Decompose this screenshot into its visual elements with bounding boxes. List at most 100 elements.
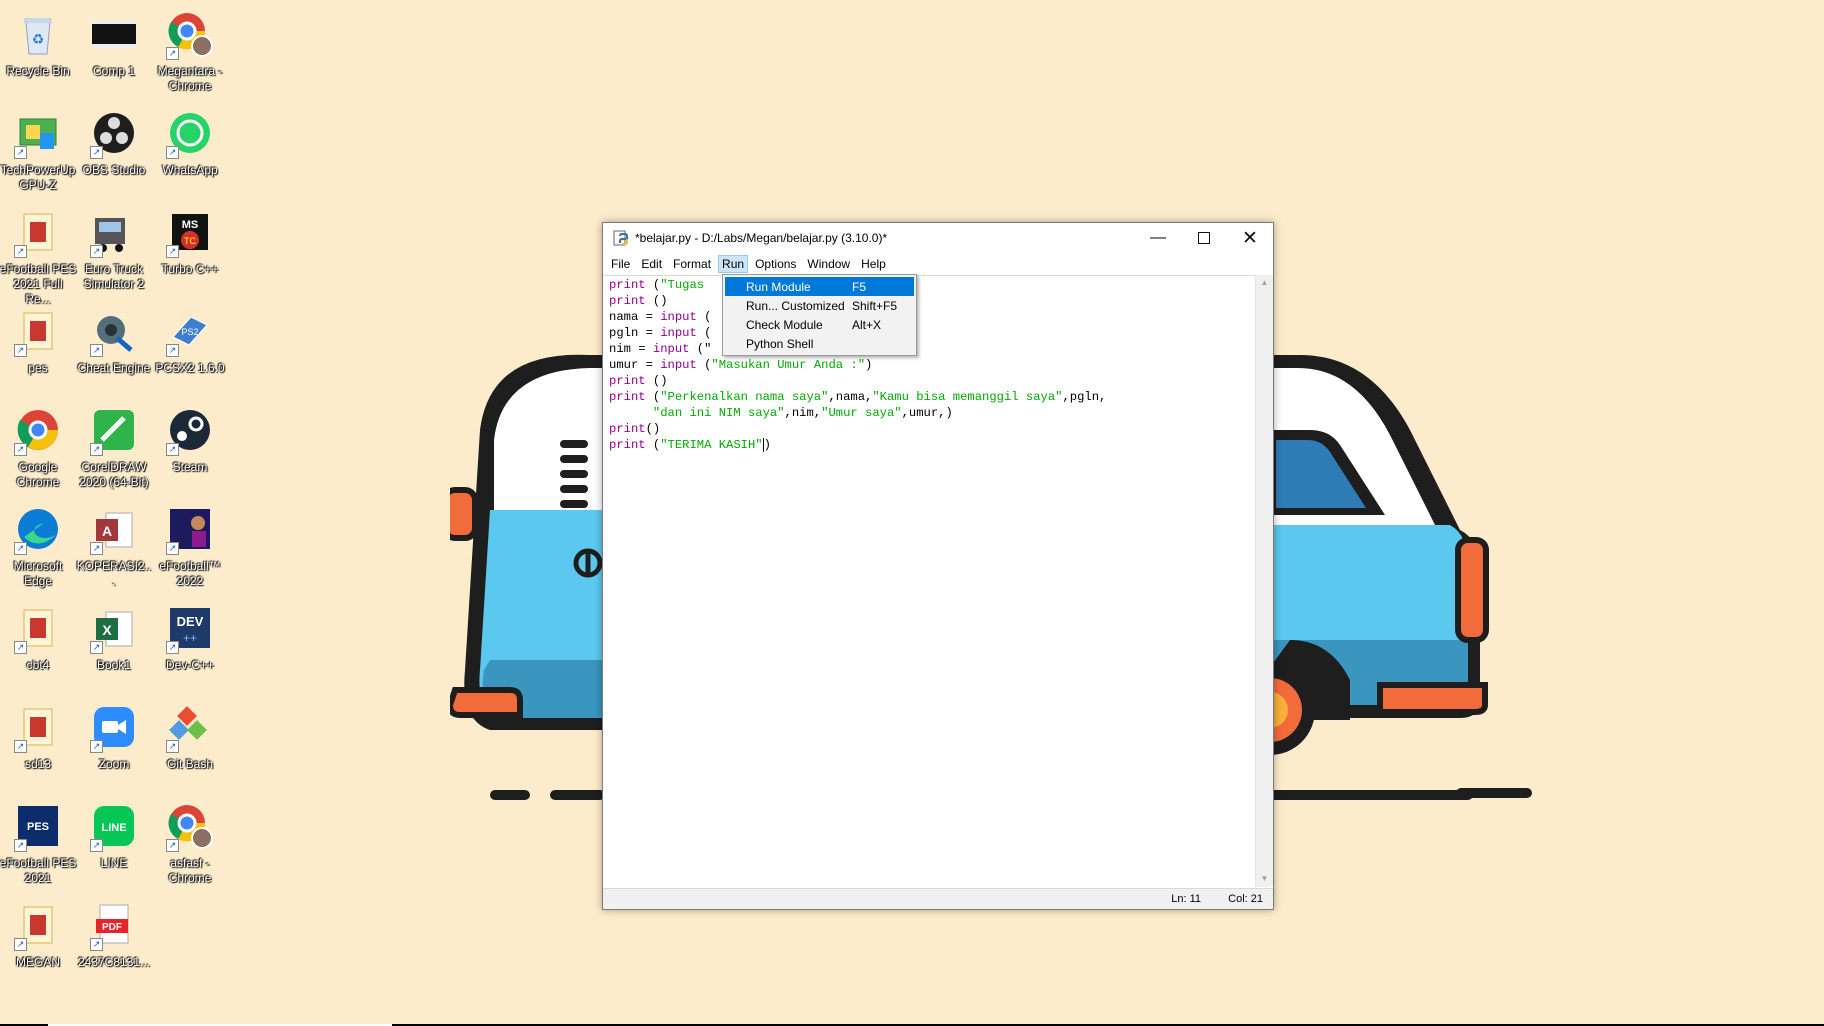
maximize-button[interactable] bbox=[1181, 223, 1227, 253]
desktop-icon-label: Zoom bbox=[98, 757, 130, 771]
run-menu-item-run-module[interactable]: Run Module F5 bbox=[725, 277, 914, 296]
code-line: pgln = input ( bbox=[609, 325, 711, 341]
menu-item-label: Python Shell bbox=[746, 337, 814, 351]
code-keyword: print bbox=[609, 422, 646, 436]
shortcut-arrow-icon: ↗ bbox=[90, 839, 103, 852]
desktop-icon-megantara-chrome[interactable]: ↗ Megantara - Chrome bbox=[151, 8, 229, 94]
desktop-icon-line[interactable]: LINE ↗ LINE bbox=[75, 800, 153, 871]
code-string: "dan ini NIM saya" bbox=[652, 406, 785, 420]
desktop-icon-euro-truck-simulator-2[interactable]: ↗ Euro Truck Simulator 2 bbox=[75, 206, 153, 292]
svg-text:♻: ♻ bbox=[32, 31, 45, 47]
shortcut-arrow-icon: ↗ bbox=[90, 542, 103, 555]
menu-options[interactable]: Options bbox=[751, 255, 800, 273]
desktop-icon-label: Comp 1 bbox=[92, 64, 136, 78]
svg-text:PES: PES bbox=[27, 821, 49, 833]
desktop-icon-obs-studio[interactable]: ↗ OBS Studio bbox=[75, 107, 153, 178]
shortcut-arrow-icon: ↗ bbox=[14, 443, 27, 456]
desktop-icon-turbo-c[interactable]: MS TC ↗ Turbo C++ bbox=[151, 206, 229, 277]
code-editor[interactable]: print ("Tugas print () nama = input (pgln… bbox=[603, 275, 1255, 888]
window-titlebar[interactable]: *belajar.py - D:/Labs/Megan/belajar.py (… bbox=[603, 223, 1273, 253]
desktop-icon-label: WhatsApp bbox=[162, 163, 218, 177]
code-line: "dan ini NIM saya",nim,"Umur saya",umur,… bbox=[609, 405, 953, 421]
code-text: ,pgln, bbox=[1062, 390, 1107, 404]
code-text: () bbox=[645, 294, 668, 308]
window-title: *belajar.py - D:/Labs/Megan/belajar.py (… bbox=[635, 231, 888, 245]
desktop-icon-label: PCSX2 1.6.0 bbox=[155, 361, 225, 375]
desktop-icon-whatsapp[interactable]: ↗ WhatsApp bbox=[151, 107, 229, 178]
desktop-icon-koperasi2[interactable]: A ↗ KOPERASI2... bbox=[75, 503, 153, 589]
run-menu-item-check-module[interactable]: Check Module Alt+X bbox=[725, 315, 914, 334]
code-text: ( bbox=[696, 358, 712, 372]
desktop-icon-comp-1[interactable]: Comp 1 bbox=[75, 8, 153, 79]
zoom-icon: ↗ bbox=[88, 701, 140, 753]
desktop-icon-label: 2437C8131... bbox=[77, 955, 151, 969]
vertical-scrollbar[interactable]: ▲ ▼ bbox=[1255, 275, 1273, 887]
run-menu-item-run-customized[interactable]: Run... Customized Shift+F5 bbox=[725, 296, 914, 315]
desktop-icon-coreldraw-2020-64-bit[interactable]: ↗ CorelDRAW 2020 (64-Bit) bbox=[75, 404, 153, 490]
code-line: print ("Perkenalkan nama saya",nama,"Kam… bbox=[609, 389, 1106, 405]
truck-icon: ↗ bbox=[88, 206, 140, 258]
desktop-icon-zoom[interactable]: ↗ Zoom bbox=[75, 701, 153, 772]
pes-icon: PES ↗ bbox=[12, 800, 64, 852]
desktop-icon-efootball-2022[interactable]: ↗ eFootball™ 2022 bbox=[151, 503, 229, 589]
folder-icon: ↗ bbox=[12, 701, 64, 753]
desktop-icon-efootball-pes-2021-full-re[interactable]: ↗ eFootball PES 2021 Full Re... bbox=[0, 206, 77, 307]
code-keyword: print bbox=[609, 374, 646, 388]
code-text: ( bbox=[696, 326, 712, 340]
code-text: ,nim, bbox=[784, 406, 822, 420]
desktop-icon-google-chrome[interactable]: ↗ Google Chrome bbox=[0, 404, 77, 490]
shortcut-arrow-icon: ↗ bbox=[90, 641, 103, 654]
desktop-icon-pcsx2-1-6-0[interactable]: PS2 ↗ PCSX2 1.6.0 bbox=[151, 305, 229, 376]
run-menu-item-python-shell[interactable]: Python Shell bbox=[725, 334, 914, 353]
code-line: umur = input ("Masukan Umur Anda :") bbox=[609, 357, 872, 373]
run-dropdown-menu: Run Module F5 Run... Customized Shift+F5 Che… bbox=[722, 274, 917, 356]
menu-format[interactable]: Format bbox=[669, 255, 715, 273]
desktop-icon-label: Megantara - Chrome bbox=[157, 64, 223, 93]
scroll-up-icon[interactable]: ▲ bbox=[1256, 275, 1273, 291]
turbo-cpp-icon: MS TC ↗ bbox=[164, 206, 216, 258]
desktop-icon-cbt4[interactable]: ↗ cbt4 bbox=[0, 602, 77, 673]
minimize-button[interactable]: — bbox=[1135, 223, 1181, 253]
menu-file[interactable]: File bbox=[607, 255, 634, 273]
desktop-icon-pes[interactable]: ↗ pes bbox=[0, 305, 77, 376]
recycle-bin-icon: ♻ bbox=[12, 8, 64, 60]
code-text: ( bbox=[645, 390, 661, 404]
desktop-icon-megan[interactable]: ↗ MEGAN bbox=[0, 899, 77, 970]
close-icon: ✕ bbox=[1242, 227, 1258, 249]
menu-item-label: Run Module bbox=[746, 280, 811, 294]
desktop-icon-efootball-pes-2021[interactable]: PES ↗ eFootball PES 2021 bbox=[0, 800, 77, 886]
shortcut-arrow-icon: ↗ bbox=[90, 443, 103, 456]
desktop-icon-label: Git Bash bbox=[166, 757, 214, 771]
menu-run[interactable]: Run bbox=[718, 255, 749, 273]
gpu-z-icon: ↗ bbox=[12, 107, 64, 159]
desktop-icon-cheat-engine[interactable]: ↗ Cheat Engine bbox=[75, 305, 153, 376]
code-text: ( bbox=[696, 310, 712, 324]
desktop-icon-steam[interactable]: ↗ Steam bbox=[151, 404, 229, 475]
desktop-icon-microsoft-edge[interactable]: ↗ Microsoft Edge bbox=[0, 503, 77, 589]
scroll-down-icon[interactable]: ▼ bbox=[1256, 871, 1273, 887]
desktop-icon-recycle-bin[interactable]: ♻ Recycle Bin bbox=[0, 8, 77, 79]
edge-icon: ↗ bbox=[12, 503, 64, 555]
svg-text:++: ++ bbox=[183, 631, 197, 645]
desktop-icon-asfasf-chrome[interactable]: ↗ asfasf - Chrome bbox=[151, 800, 229, 886]
desktop-icon-techpowerup-gpu-z[interactable]: ↗ TechPowerUp GPU-Z bbox=[0, 107, 77, 193]
desktop-icon-sd13[interactable]: ↗ sd13 bbox=[0, 701, 77, 772]
code-string: "TERIMA KASIH" bbox=[660, 438, 763, 452]
menu-edit[interactable]: Edit bbox=[637, 255, 666, 273]
git-bash-icon: ↗ bbox=[164, 701, 216, 753]
obs-icon: ↗ bbox=[88, 107, 140, 159]
desktop-icon-book1[interactable]: X ↗ Book1 bbox=[75, 602, 153, 673]
code-text: nim = bbox=[609, 342, 653, 356]
desktop-icon-label: KOPERASI2... bbox=[76, 559, 152, 588]
desktop-icon-label: Dev-C++ bbox=[165, 658, 215, 672]
svg-text:LINE: LINE bbox=[101, 822, 126, 834]
svg-text:A: A bbox=[102, 523, 112, 539]
desktop-icon-dev-c[interactable]: DEV ++ ↗ Dev-C++ bbox=[151, 602, 229, 673]
code-text: umur = bbox=[609, 358, 661, 372]
desktop-icon-2437c8131[interactable]: PDF ↗ 2437C8131... bbox=[75, 899, 153, 970]
menu-window[interactable]: Window bbox=[803, 255, 854, 273]
desktop-icon-git-bash[interactable]: ↗ Git Bash bbox=[151, 701, 229, 772]
menu-help[interactable]: Help bbox=[857, 255, 890, 273]
close-button[interactable]: ✕ bbox=[1227, 223, 1273, 253]
